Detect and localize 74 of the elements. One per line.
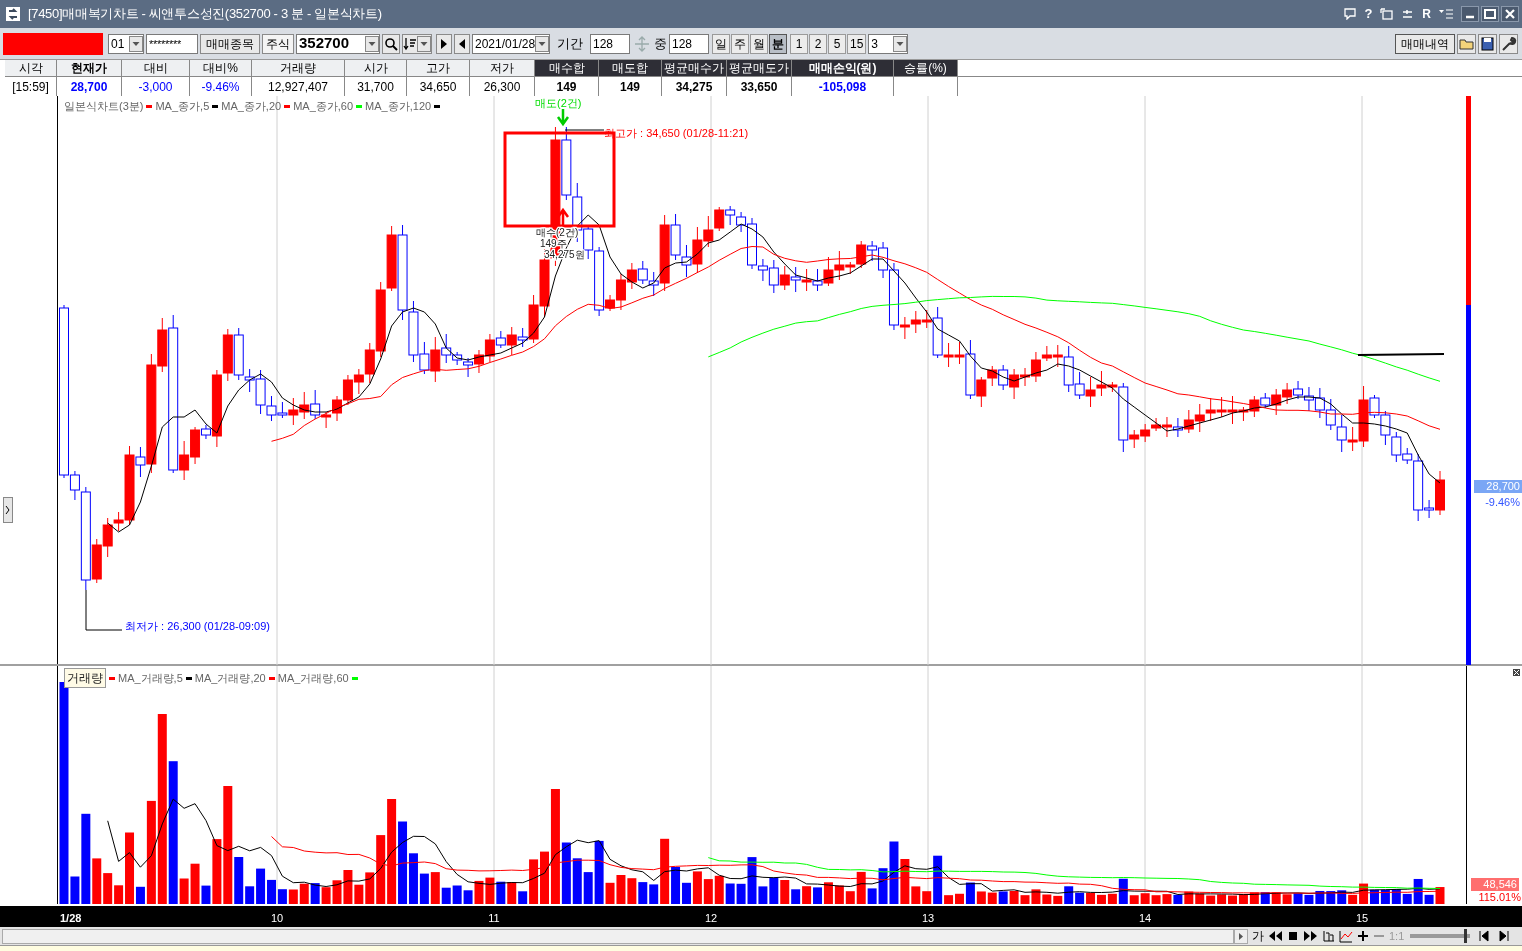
table-cell-text: 28,700 — [69, 78, 109, 96]
column-header: 평균매수가 — [662, 60, 726, 77]
axis-label: 13 — [921, 911, 935, 926]
legend-label: 거래량 — [64, 668, 106, 688]
column-header: 대비% — [190, 60, 251, 77]
column-header: 시각 — [5, 60, 56, 77]
column-header: 거래량 — [252, 60, 344, 77]
axis-label: 14 — [1138, 911, 1152, 926]
column-header: 고가 — [407, 60, 469, 77]
legend-label: MA_거래량,5 — [118, 670, 183, 686]
change-label: -9.46% — [1484, 495, 1521, 510]
overlap-label: 중 — [654, 34, 667, 53]
column-header: 평균매도가 — [727, 60, 791, 77]
table-cell-text: 34,275 — [674, 78, 714, 96]
legend-label: MA_거래량,60 — [277, 670, 349, 686]
axis-label: 10 — [270, 911, 284, 926]
period-tab[interactable]: 주 — [731, 33, 749, 54]
axis-label: 1/28 — [60, 911, 82, 926]
axis-label: 11 — [488, 911, 500, 926]
period-tab[interactable]: 일 — [712, 33, 730, 54]
date-select[interactable]: 2021/01/28 — [472, 33, 550, 54]
period-tab[interactable]: 월 — [750, 33, 768, 54]
font-button[interactable]: 가 — [1252, 927, 1264, 945]
history-button[interactable]: 매매내역 — [1395, 33, 1455, 54]
column-header: 매수합 — [535, 60, 598, 77]
table-cell-text: -105,098 — [817, 78, 868, 96]
column-header: 시가 — [345, 60, 406, 77]
column-header: 대비 — [122, 60, 189, 77]
period-tab[interactable]: 1 — [790, 33, 808, 54]
column-header: 저가 — [470, 60, 534, 77]
password-field[interactable]: ******** — [146, 33, 198, 54]
period-tab[interactable]: 15 — [847, 33, 867, 54]
table-cell-text: -3,000 — [137, 78, 174, 96]
overlap-field[interactable]: 128 — [669, 33, 709, 54]
zoom-ratio-label: 1:1 — [1389, 928, 1405, 944]
period-label: 기간 — [557, 34, 583, 53]
table-cell-text: 26,300 — [482, 78, 522, 96]
axis-label: 12 — [704, 911, 718, 926]
table-cell-text: 149 — [555, 78, 578, 96]
column-header: 매도합 — [599, 60, 661, 77]
code-select[interactable]: 352700 — [296, 33, 380, 54]
sell-marker-label: 매도(2건) — [535, 97, 582, 109]
column-header: 현재가 — [57, 60, 121, 77]
table-cell-text: [15:59] — [11, 78, 50, 96]
period-tab[interactable]: 2 — [809, 33, 827, 54]
r-button[interactable]: R — [1422, 5, 1431, 23]
help-button[interactable]: ? — [1364, 4, 1373, 24]
legend-label: MA_거래량,20 — [194, 670, 266, 686]
legend-label: MA_종가,5 — [155, 99, 210, 114]
account-select[interactable]: 01 — [108, 33, 144, 54]
window-title: [7450]매매복기차트 - 씨앤투스성진(352700 - 3 분 - 일본식차트) — [28, 5, 382, 24]
legend-label: 일본식차트(3분) — [64, 99, 144, 114]
low-price-label: 최저가 : 26,300 (01/28-09:09) — [125, 620, 270, 632]
ratio-label: 115.01% — [1477, 891, 1521, 903]
period-field[interactable]: 128 — [590, 33, 630, 54]
legend-label: MA_종가,120 — [365, 99, 432, 114]
table-cell-text: -9.46% — [200, 78, 241, 96]
market-button[interactable]: 주식 — [262, 33, 294, 54]
period-tab[interactable]: 분 — [769, 33, 787, 54]
table-cell-text: 12,927,407 — [266, 78, 330, 96]
legend-label: MA_종가,60 — [293, 99, 354, 114]
axis-label: 15 — [1355, 911, 1369, 926]
volume-tag: 48,546 — [1471, 878, 1519, 891]
table-cell-text: 31,700 — [356, 78, 395, 96]
table-cell-text: 33,650 — [739, 78, 779, 96]
legend-label: MA_종가,20 — [221, 99, 282, 114]
price-tag: 28,700 — [1474, 480, 1522, 493]
period-tab[interactable]: 5 — [828, 33, 846, 54]
table-cell-text: 34,650 — [418, 78, 458, 96]
interval-select[interactable]: 3 — [868, 33, 909, 54]
stock-list-button[interactable]: 매매종목 — [200, 33, 260, 54]
column-header: 매매손익(원) — [792, 60, 893, 77]
table-cell-text: 149 — [619, 78, 641, 96]
column-header: 승률(%) — [894, 60, 957, 77]
